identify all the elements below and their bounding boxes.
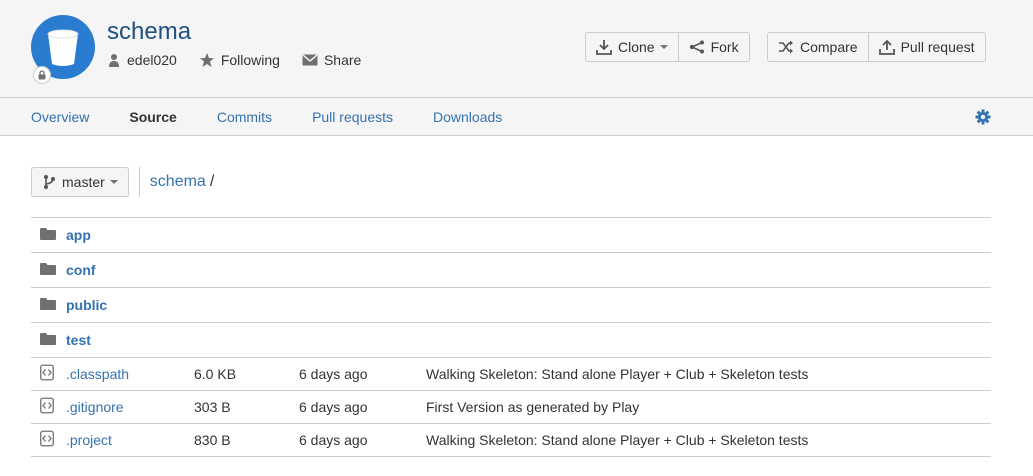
upload-icon bbox=[878, 39, 895, 55]
download-icon bbox=[596, 40, 612, 55]
shuffle-icon bbox=[779, 40, 793, 54]
user-icon bbox=[109, 54, 119, 67]
file-list: app conf public test .classpath 6.0 KB 6… bbox=[31, 217, 991, 457]
branch-icon bbox=[44, 175, 55, 189]
compare-pr-group: Compare Pull request bbox=[767, 32, 986, 62]
commit-message: Walking Skeleton: Stand alone Player + C… bbox=[426, 366, 809, 382]
commit-message: Walking Skeleton: Stand alone Player + C… bbox=[426, 432, 809, 448]
pull-request-button[interactable]: Pull request bbox=[867, 33, 985, 61]
tab-downloads[interactable]: Downloads bbox=[433, 109, 502, 125]
file-date: 6 days ago bbox=[299, 366, 368, 382]
star-icon bbox=[199, 53, 214, 67]
owner-link[interactable]: edel020 bbox=[107, 52, 177, 68]
tab-source[interactable]: Source bbox=[129, 109, 176, 125]
following-label: Following bbox=[220, 52, 280, 68]
list-item-dir-test[interactable]: test bbox=[31, 323, 991, 358]
compare-label: Compare bbox=[800, 39, 858, 55]
fork-button[interactable]: Fork bbox=[677, 33, 749, 61]
dir-name[interactable]: test bbox=[66, 332, 91, 348]
repo-tabs: Overview Source Commits Pull requests Do… bbox=[0, 98, 1033, 136]
file-name[interactable]: .classpath bbox=[66, 366, 129, 382]
chevron-down-icon bbox=[659, 45, 668, 49]
folder-icon bbox=[40, 297, 56, 313]
branch-name: master bbox=[62, 174, 105, 190]
gear-icon[interactable] bbox=[975, 109, 991, 128]
tab-pull-requests[interactable]: Pull requests bbox=[312, 109, 393, 125]
list-item-file[interactable]: .classpath 6.0 KB 6 days ago Walking Ske… bbox=[31, 358, 991, 391]
breadcrumb-separator: / bbox=[209, 173, 215, 190]
clone-label: Clone bbox=[618, 39, 655, 55]
file-size: 303 B bbox=[194, 399, 231, 415]
branch-selector[interactable]: master bbox=[31, 167, 129, 197]
code-file-icon bbox=[40, 364, 54, 384]
clone-fork-group: Clone Fork bbox=[585, 32, 750, 62]
divider bbox=[138, 167, 140, 197]
dir-name[interactable]: app bbox=[66, 227, 91, 243]
fork-icon bbox=[689, 40, 704, 54]
chevron-down-icon bbox=[109, 180, 118, 184]
envelope-icon bbox=[302, 54, 318, 66]
folder-icon bbox=[40, 262, 56, 278]
folder-icon bbox=[40, 332, 56, 348]
dir-name[interactable]: public bbox=[66, 297, 107, 313]
file-size: 830 B bbox=[194, 432, 231, 448]
commit-message: First Version as generated by Play bbox=[426, 399, 640, 415]
fork-label: Fork bbox=[710, 39, 739, 55]
following-button[interactable]: Following bbox=[199, 52, 280, 68]
pull-request-label: Pull request bbox=[900, 39, 975, 55]
share-label: Share bbox=[323, 52, 362, 68]
branch-bar: master schema / bbox=[31, 167, 214, 197]
folder-icon bbox=[40, 227, 56, 243]
share-button[interactable]: Share bbox=[302, 52, 361, 68]
tab-overview[interactable]: Overview bbox=[31, 109, 89, 125]
file-name[interactable]: .project bbox=[66, 432, 112, 448]
compare-button[interactable]: Compare bbox=[768, 33, 868, 61]
dir-name[interactable]: conf bbox=[66, 262, 96, 278]
file-size: 6.0 KB bbox=[194, 366, 237, 382]
list-item-dir-app[interactable]: app bbox=[31, 218, 991, 253]
list-item-file[interactable]: .project 830 B 6 days ago Walking Skelet… bbox=[31, 424, 991, 457]
file-name[interactable]: .gitignore bbox=[66, 399, 124, 415]
clone-button[interactable]: Clone bbox=[586, 33, 678, 61]
list-item-dir-public[interactable]: public bbox=[31, 288, 991, 323]
repo-header: schema edel020 Following Share Clone For… bbox=[0, 0, 1033, 98]
file-date: 6 days ago bbox=[299, 399, 368, 415]
owner-name: edel020 bbox=[127, 52, 177, 68]
repo-meta: edel020 Following Share bbox=[107, 52, 383, 68]
list-item-file[interactable]: .gitignore 303 B 6 days ago First Versio… bbox=[31, 391, 991, 424]
code-file-icon bbox=[40, 430, 54, 450]
repo-title[interactable]: schema bbox=[107, 18, 191, 46]
private-lock-icon bbox=[33, 66, 51, 84]
breadcrumb-repo[interactable]: schema bbox=[150, 173, 206, 191]
code-file-icon bbox=[40, 397, 54, 417]
file-date: 6 days ago bbox=[299, 432, 368, 448]
tab-commits[interactable]: Commits bbox=[217, 109, 272, 125]
list-item-dir-conf[interactable]: conf bbox=[31, 253, 991, 288]
